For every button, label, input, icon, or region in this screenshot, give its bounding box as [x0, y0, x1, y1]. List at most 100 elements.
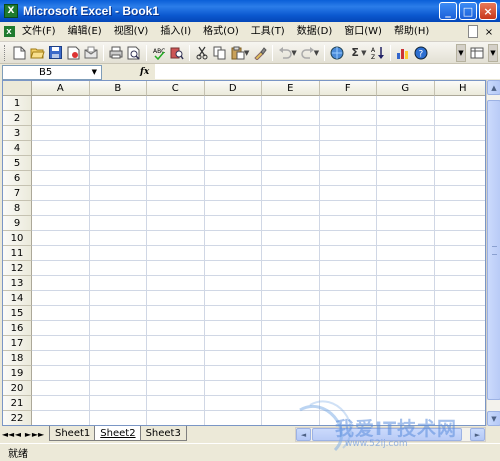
grid-line: [32, 170, 485, 171]
column-header[interactable]: C: [147, 81, 205, 96]
vertical-scrollbar[interactable]: ▲ ▼: [486, 80, 500, 426]
horizontal-scrollbar[interactable]: ◄ ►: [295, 427, 486, 442]
name-box[interactable]: B5 ▼: [2, 64, 102, 80]
select-all-button[interactable]: [3, 81, 32, 96]
column-header[interactable]: A: [32, 81, 90, 96]
close-button[interactable]: ×: [479, 2, 497, 20]
insert-function-button[interactable]: fx: [140, 67, 149, 77]
spelling-icon[interactable]: ABC: [150, 44, 168, 62]
formatting-options-icon[interactable]: ▼: [488, 44, 498, 62]
row-header[interactable]: 22: [3, 411, 32, 425]
horizontal-scroll-thumb[interactable]: [312, 428, 462, 441]
first-sheet-button[interactable]: ◄◄: [2, 428, 14, 442]
minimize-button[interactable]: _: [439, 2, 457, 20]
menu-data[interactable]: 数据(D): [291, 23, 339, 41]
scroll-left-button[interactable]: ◄: [296, 428, 311, 441]
grid-line: [32, 260, 485, 261]
grid-line: [32, 290, 485, 291]
redo-dropdown-icon[interactable]: ▼: [314, 49, 319, 57]
row-header[interactable]: 15: [3, 306, 32, 321]
row-header[interactable]: 21: [3, 396, 32, 411]
paste-dropdown-icon[interactable]: ▼: [244, 49, 249, 57]
scroll-up-button[interactable]: ▲: [487, 80, 500, 95]
print-preview-icon[interactable]: [125, 44, 143, 62]
row-header[interactable]: 3: [3, 126, 32, 141]
chevron-down-icon[interactable]: ▼: [92, 68, 97, 76]
copy-icon[interactable]: [211, 44, 229, 62]
hyperlink-icon[interactable]: [328, 44, 346, 62]
tab-sheet1[interactable]: Sheet1: [49, 426, 97, 441]
workbook-close-button[interactable]: ×: [482, 25, 496, 39]
tab-sheet2[interactable]: Sheet2: [94, 426, 142, 441]
column-header[interactable]: H: [434, 81, 485, 96]
formula-input[interactable]: [155, 64, 500, 79]
cut-icon[interactable]: [193, 44, 211, 62]
maximize-button[interactable]: □: [459, 2, 477, 20]
prev-sheet-button[interactable]: ◄: [13, 428, 23, 442]
toolbar-grip[interactable]: [4, 44, 7, 61]
scroll-down-button[interactable]: ▼: [487, 411, 500, 426]
scroll-right-button[interactable]: ►: [470, 428, 485, 441]
print-icon[interactable]: [107, 44, 125, 62]
column-header[interactable]: F: [319, 81, 377, 96]
row-header[interactable]: 2: [3, 111, 32, 126]
row-header[interactable]: 12: [3, 261, 32, 276]
row-header[interactable]: 6: [3, 171, 32, 186]
row-header[interactable]: 9: [3, 216, 32, 231]
vertical-scroll-thumb[interactable]: [487, 100, 500, 400]
row-header[interactable]: 20: [3, 381, 32, 396]
ask-question-box[interactable]: [468, 25, 478, 38]
row-header[interactable]: 10: [3, 231, 32, 246]
toolbar-options-icon[interactable]: ▼: [456, 44, 466, 62]
formatting-toolbar-icon[interactable]: [468, 44, 486, 62]
excel-app-icon[interactable]: X: [4, 4, 18, 18]
row-header[interactable]: 13: [3, 276, 32, 291]
column-header[interactable]: E: [262, 81, 320, 96]
grid-line: [32, 320, 485, 321]
row-header[interactable]: 16: [3, 321, 32, 336]
standard-toolbar: ABC ▼ ▼ ▼ Σ ▼ AZ ? ▼ ▼: [0, 42, 500, 64]
tab-sheet3[interactable]: Sheet3: [139, 426, 187, 441]
row-header[interactable]: 7: [3, 186, 32, 201]
row-header[interactable]: 18: [3, 351, 32, 366]
email-icon[interactable]: [82, 44, 100, 62]
save-icon[interactable]: [46, 44, 64, 62]
worksheet-grid[interactable]: A B C D E F G H 1 2 3 4 5 6 7 8 9 10 11 12 13 14 15 16 17 18 19 20 2…: [2, 80, 486, 426]
grid-line: [32, 125, 485, 126]
undo-dropdown-icon[interactable]: ▼: [291, 49, 296, 57]
sort-ascending-icon[interactable]: AZ: [369, 44, 387, 62]
menu-file[interactable]: 文件(F): [16, 23, 62, 41]
row-header[interactable]: 19: [3, 366, 32, 381]
menu-edit[interactable]: 编辑(E): [62, 23, 108, 41]
column-header[interactable]: D: [204, 81, 262, 96]
column-header[interactable]: G: [377, 81, 435, 96]
grid-line: [32, 350, 485, 351]
research-icon[interactable]: [168, 44, 186, 62]
help-icon[interactable]: ?: [412, 44, 430, 62]
toolbar-separator: [324, 44, 326, 61]
autosum-dropdown-icon[interactable]: ▼: [361, 49, 366, 57]
menu-view[interactable]: 视图(V): [108, 23, 155, 41]
workbook-icon[interactable]: X: [2, 24, 16, 40]
open-icon[interactable]: [28, 44, 46, 62]
menu-format[interactable]: 格式(O): [197, 23, 245, 41]
new-icon[interactable]: [10, 44, 28, 62]
column-header[interactable]: B: [89, 81, 147, 96]
last-sheet-button[interactable]: ►►: [32, 428, 44, 442]
menu-window[interactable]: 窗口(W): [338, 23, 388, 41]
menu-help[interactable]: 帮助(H): [388, 23, 435, 41]
menu-insert[interactable]: 插入(I): [154, 23, 197, 41]
grid-line: [32, 275, 485, 276]
row-header[interactable]: 4: [3, 141, 32, 156]
chart-wizard-icon[interactable]: [394, 44, 412, 62]
svg-text:ABC: ABC: [153, 48, 165, 55]
row-header[interactable]: 11: [3, 246, 32, 261]
row-header[interactable]: 17: [3, 336, 32, 351]
row-header[interactable]: 8: [3, 201, 32, 216]
row-header[interactable]: 14: [3, 291, 32, 306]
row-header[interactable]: 1: [3, 96, 32, 111]
row-header[interactable]: 5: [3, 156, 32, 171]
format-painter-icon[interactable]: [251, 44, 269, 62]
permission-icon[interactable]: [64, 44, 82, 62]
menu-tools[interactable]: 工具(T): [245, 23, 291, 41]
